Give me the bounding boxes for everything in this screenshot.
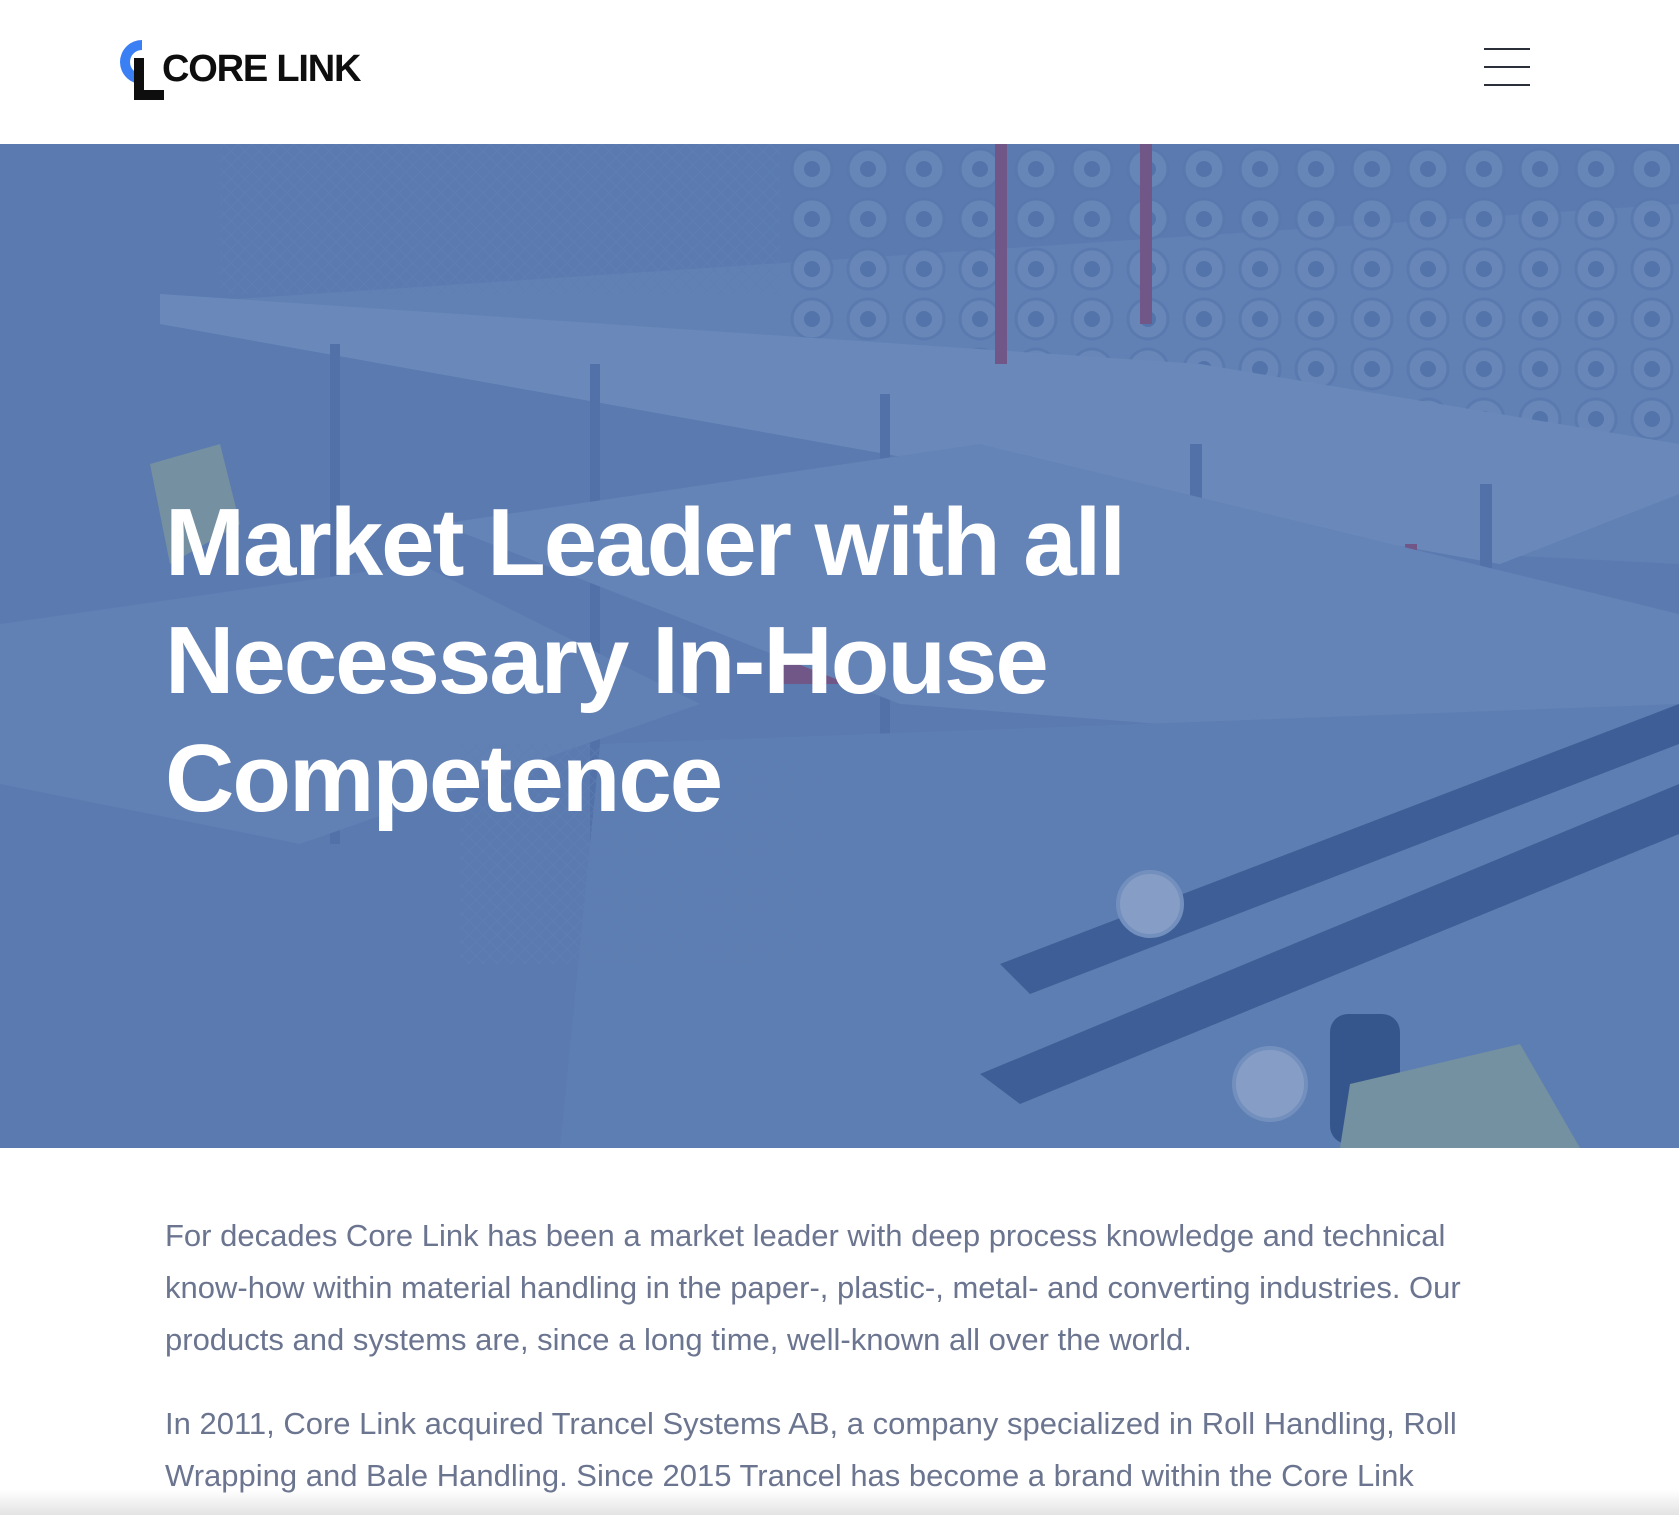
intro-content: For decades Core Link has been a market … — [165, 1210, 1495, 1534]
menu-bar — [1484, 48, 1530, 50]
hamburger-menu-icon[interactable] — [1484, 48, 1530, 86]
hero-title: Market Leader with all Necessary In-Hous… — [165, 489, 1126, 832]
logo-text: CORE LINK — [162, 48, 361, 90]
intro-paragraph: For decades Core Link has been a market … — [165, 1218, 1461, 1357]
menu-bar — [1484, 84, 1530, 86]
core-link-logo[interactable]: CORE LINK — [116, 38, 376, 102]
scroll-fade — [0, 1490, 1679, 1515]
hero-banner: Market Leader with all Necessary In-Hous… — [0, 144, 1679, 1148]
site-header: CORE LINK — [0, 0, 1679, 144]
menu-bar — [1484, 66, 1530, 68]
intro-paragraph: In 2011, Core Link acquired Trancel Syst… — [165, 1406, 1457, 1493]
